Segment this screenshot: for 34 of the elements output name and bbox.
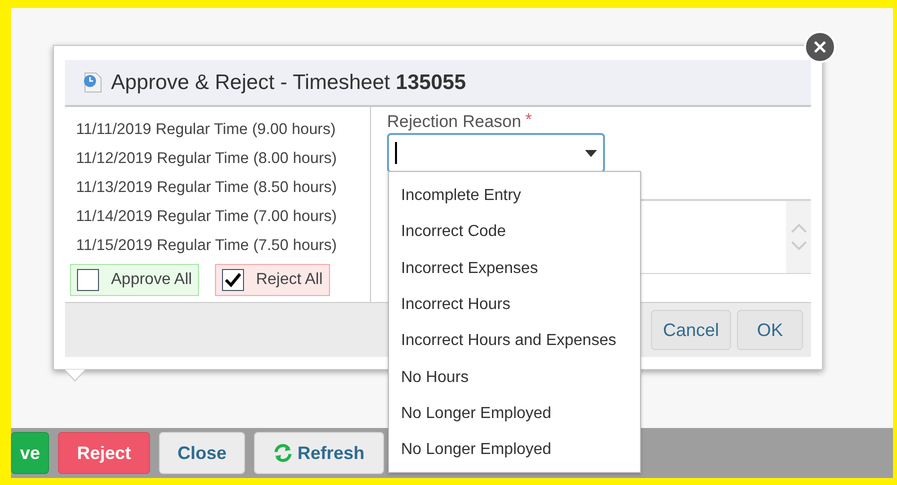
checkbox[interactable] xyxy=(77,269,99,291)
checkbox-option[interactable]: Reject All xyxy=(214,264,330,296)
timesheet-entry: 11/11/2019 Regular Time (9.00 hours) xyxy=(76,120,337,140)
checkbox-option[interactable]: Approve All xyxy=(70,264,199,296)
caret-icon xyxy=(585,150,597,156)
timesheet-entry: 11/14/2019 Regular Time (7.00 hours) xyxy=(76,207,338,227)
dropdown-option[interactable]: Incorrect Hours and Expenses xyxy=(389,323,640,360)
scroll-down-icon xyxy=(790,241,806,251)
dropdown-option[interactable]: No Longer Employed xyxy=(389,432,640,468)
checkbox[interactable] xyxy=(222,269,244,291)
dropdown-option[interactable]: Incorrect Expenses xyxy=(389,250,640,287)
timesheet-entry: 11/13/2019 Regular Time (8.50 hours) xyxy=(76,178,338,198)
refresh-button[interactable]: Refresh xyxy=(254,432,384,474)
checkmark-icon xyxy=(224,272,242,288)
dialog-button[interactable]: OK xyxy=(737,310,803,350)
dropdown-option[interactable]: No Hours xyxy=(389,359,640,396)
scroll-up-icon xyxy=(790,223,806,233)
dropdown-option[interactable]: No Longer Employed xyxy=(389,396,640,432)
refresh-icon xyxy=(273,444,294,462)
dialog-title: Approve & Reject - Timesheet 135055 xyxy=(111,70,466,96)
text-cursor-icon xyxy=(395,142,397,164)
dialog-button[interactable]: Cancel xyxy=(651,310,731,350)
dropdown-option[interactable]: Incomplete Entry xyxy=(389,178,640,214)
scrollbar[interactable] xyxy=(786,201,811,273)
timesheet-entry: 11/12/2019 Regular Time (8.00 hours) xyxy=(76,149,338,169)
rejection-reason-dropdown[interactable] xyxy=(387,133,605,173)
timesheet-entry: 11/15/2019 Regular Time (7.50 hours) xyxy=(76,236,338,256)
close-icon xyxy=(814,41,826,53)
toolbar-button[interactable]: Close xyxy=(159,432,245,474)
dropdown-option[interactable]: Incorrect Hours xyxy=(389,286,640,324)
field-label: Rejection Reason xyxy=(387,111,522,133)
clock-document-icon xyxy=(81,72,103,94)
dropdown-option[interactable]: Incorrect Code xyxy=(389,214,640,251)
required-marker: * xyxy=(525,111,532,129)
